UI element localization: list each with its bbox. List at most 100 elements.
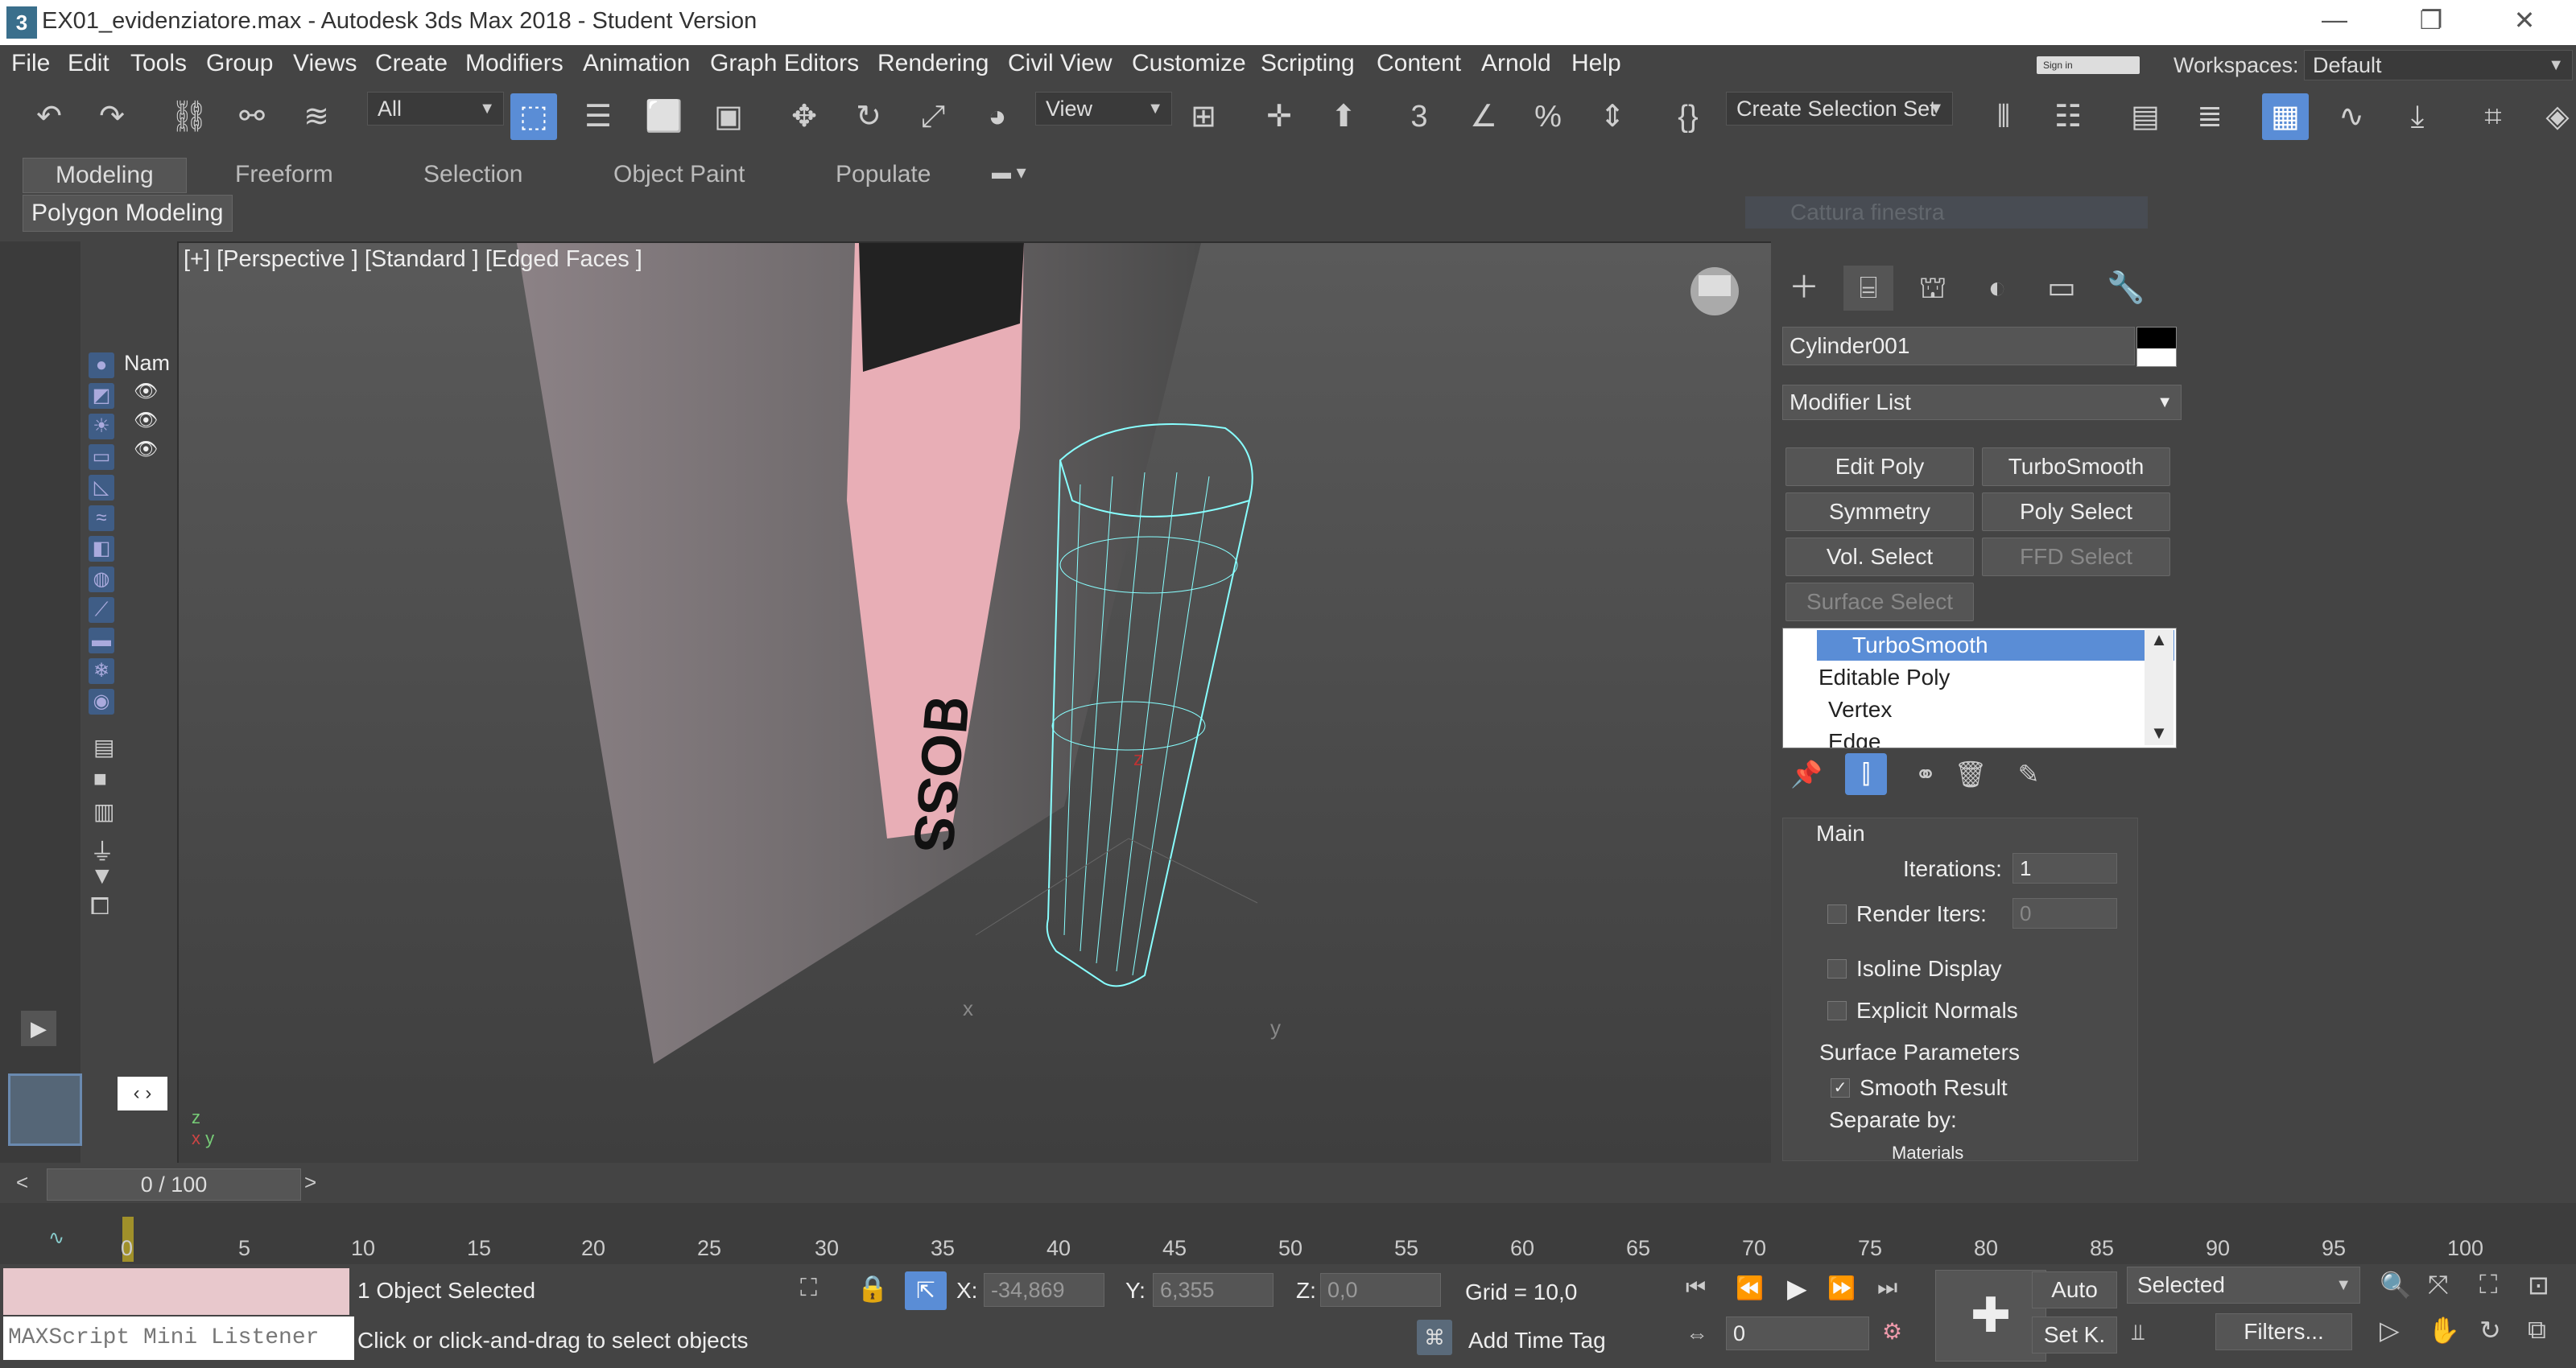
absolute-mode-icon[interactable]: ⇱	[905, 1271, 947, 1310]
keyboard-shortcut-override-icon[interactable]: ⬆	[1320, 93, 1367, 140]
maxscript-listener-input[interactable]: MAXScript Mini Listener	[3, 1316, 354, 1360]
stack-item-editable-poly[interactable]: Editable Poly	[1783, 662, 1950, 693]
sign-in-button[interactable]: Sign in	[2037, 56, 2140, 74]
motion-tab-icon[interactable]: ◐	[1972, 266, 2022, 311]
isolate-selection-icon[interactable]: ⛶	[800, 1275, 817, 1302]
rotate-icon[interactable]: ↻	[845, 93, 892, 140]
key-filter-dropdown[interactable]: Selected ▼	[2127, 1267, 2360, 1304]
display-shapes-icon[interactable]: ◩	[89, 383, 114, 409]
play-icon[interactable]: ▶	[1787, 1273, 1807, 1304]
filters-button[interactable]: Filters...	[2215, 1313, 2352, 1350]
scale-icon[interactable]: ⤢	[910, 93, 956, 140]
modifier-stack[interactable]: TurboSmooth Editable Poly Vertex Edge	[1782, 628, 2177, 748]
object-color-swatch[interactable]	[2136, 327, 2177, 367]
stack-item-vertex[interactable]: Vertex	[1783, 694, 1892, 725]
display-bones-icon[interactable]: ⟋	[89, 597, 114, 623]
display-lights-icon[interactable]: ☀	[89, 414, 114, 439]
restore-button[interactable]: ❐	[2407, 5, 2455, 35]
tab-object-paint[interactable]: Object Paint	[581, 158, 777, 192]
poly-select-button[interactable]: Poly Select	[1982, 492, 2170, 531]
dope-sheet-icon[interactable]: ⤓	[2394, 93, 2441, 140]
undo-icon[interactable]: ↶	[26, 93, 72, 140]
display-cameras-icon[interactable]: ▭	[89, 444, 114, 470]
menu-civil-view[interactable]: Civil View	[1008, 50, 1112, 77]
link-icon[interactable]: ⛓	[166, 93, 213, 140]
zoom-extents-icon[interactable]: ⛶	[2479, 1270, 2497, 1300]
time-slider[interactable]: 0 / 100	[47, 1168, 301, 1201]
select-object-icon[interactable]: ⬚	[510, 93, 557, 140]
modifier-list-dropdown[interactable]: Modifier List ▼	[1782, 385, 2182, 420]
angle-snap-icon[interactable]: ∠	[1460, 93, 1507, 140]
play-side-icon[interactable]: ▶	[21, 1011, 56, 1046]
eye-icon[interactable]: 👁	[134, 438, 158, 461]
display-invert-icon[interactable]: ▥	[93, 798, 114, 825]
redo-icon[interactable]: ↷	[89, 93, 135, 140]
goto-end-icon[interactable]: ⏭	[1877, 1275, 1897, 1301]
slider-next-icon[interactable]: >	[304, 1170, 316, 1195]
viewport-layout-icon[interactable]	[8, 1073, 82, 1146]
tab-freeform[interactable]: Freeform	[203, 158, 365, 192]
ribbon-options-icon[interactable]: ▬ ▾	[992, 161, 1026, 184]
key-mode-icon[interactable]: ⇔	[1686, 1321, 1708, 1347]
curve-editor-icon[interactable]: ∿	[2328, 93, 2375, 140]
maxscript-listener-output[interactable]	[3, 1268, 349, 1315]
scene-explorer-icon[interactable]: ▤	[2122, 93, 2169, 140]
display-all-icon[interactable]: ▤	[93, 734, 114, 760]
display-none-icon[interactable]: ■	[93, 766, 107, 792]
show-end-result-icon[interactable]: ⫿	[1845, 753, 1887, 795]
minimize-button[interactable]: —	[2310, 5, 2359, 35]
next-frame-icon[interactable]: ⏩	[1827, 1275, 1856, 1301]
menu-rendering[interactable]: Rendering	[877, 50, 989, 77]
place-icon[interactable]: ◕	[974, 93, 1021, 140]
perspective-viewport[interactable]: ꓭOSS	[177, 241, 1773, 1166]
maximize-viewport-icon[interactable]: ⧉	[2528, 1315, 2546, 1345]
menu-graph-editors[interactable]: Graph Editors	[710, 50, 859, 77]
orbit-icon[interactable]: ↻	[2479, 1315, 2501, 1345]
zoom-extents-all-icon[interactable]: ⊡	[2528, 1270, 2549, 1300]
rectangular-region-icon[interactable]: ⬜	[641, 93, 687, 140]
menu-customize[interactable]: Customize	[1132, 50, 1246, 77]
pivot-center-icon[interactable]: ⊞	[1180, 93, 1227, 140]
z-coord-field[interactable]: 0,0	[1320, 1273, 1441, 1307]
set-key-icon[interactable]: ✚	[1935, 1270, 2046, 1362]
select-manipulate-icon[interactable]: ✛	[1256, 93, 1302, 140]
curve-editor-mini-icon[interactable]: ∿	[48, 1226, 64, 1250]
close-button[interactable]: ✕	[2500, 5, 2549, 35]
menu-edit[interactable]: Edit	[68, 50, 109, 77]
zoom-all-icon[interactable]: ⤧	[2428, 1270, 2449, 1300]
menu-animation[interactable]: Animation	[583, 50, 690, 77]
utilities-tab-icon[interactable]: 🔧	[2101, 266, 2151, 311]
hierarchy-tab-icon[interactable]: ⛫	[1908, 266, 1958, 311]
select-by-name-icon[interactable]: ☰	[575, 93, 621, 140]
modify-tab-icon[interactable]: ⌸	[1843, 266, 1893, 311]
remove-modifier-icon[interactable]: 🗑	[1950, 753, 1992, 795]
align-icon[interactable]: ☷	[2045, 93, 2091, 140]
turbosmooth-button[interactable]: TurboSmooth	[1982, 447, 2170, 486]
selection-filter-dropdown[interactable]: All ▼	[367, 92, 504, 126]
display-frozen-icon[interactable]: ❄	[89, 658, 114, 684]
tab-modeling[interactable]: Modeling	[23, 158, 187, 193]
bind-space-warp-icon[interactable]: ≋	[293, 93, 340, 140]
eye-icon[interactable]: 👁	[134, 409, 158, 432]
display-helpers-icon[interactable]: ◺	[89, 475, 114, 501]
auto-key-button[interactable]: Auto	[2032, 1271, 2117, 1308]
display-geometry-icon[interactable]: ●	[89, 352, 114, 378]
explicit-normals-checkbox[interactable]	[1827, 1001, 1847, 1020]
viewport-label[interactable]: [+] [Perspective ] [Standard ] [Edged Fa…	[184, 246, 642, 273]
key-tangents-icon[interactable]: ⫫	[2132, 1320, 2145, 1346]
make-unique-icon[interactable]: ⚭	[1905, 753, 1946, 795]
select-dependents-icon[interactable]: ⧠	[90, 893, 109, 921]
stack-item-turbosmooth[interactable]: TurboSmooth	[1817, 630, 2174, 661]
polygon-modeling-panel[interactable]: Polygon Modeling	[23, 195, 233, 232]
edit-named-selection-icon[interactable]: {}	[1665, 93, 1711, 140]
set-key-button[interactable]: Set K.	[2032, 1316, 2117, 1354]
create-selection-set-dropdown[interactable]: Create Selection Set ▼	[1726, 92, 1953, 126]
field-of-view-icon[interactable]: ▷	[2380, 1315, 2400, 1345]
stack-scrollbar[interactable]: ▲ ▼	[2145, 629, 2174, 745]
menu-scripting[interactable]: Scripting	[1261, 50, 1355, 77]
material-editor-icon[interactable]: ◈	[2534, 93, 2576, 140]
snaps-toggle-icon[interactable]: 3	[1396, 93, 1443, 140]
smooth-result-checkbox[interactable]: ✓	[1831, 1078, 1850, 1098]
mirror-icon[interactable]: ⫴	[1980, 93, 2027, 140]
iterations-spinner[interactable]: 1	[2013, 853, 2117, 884]
